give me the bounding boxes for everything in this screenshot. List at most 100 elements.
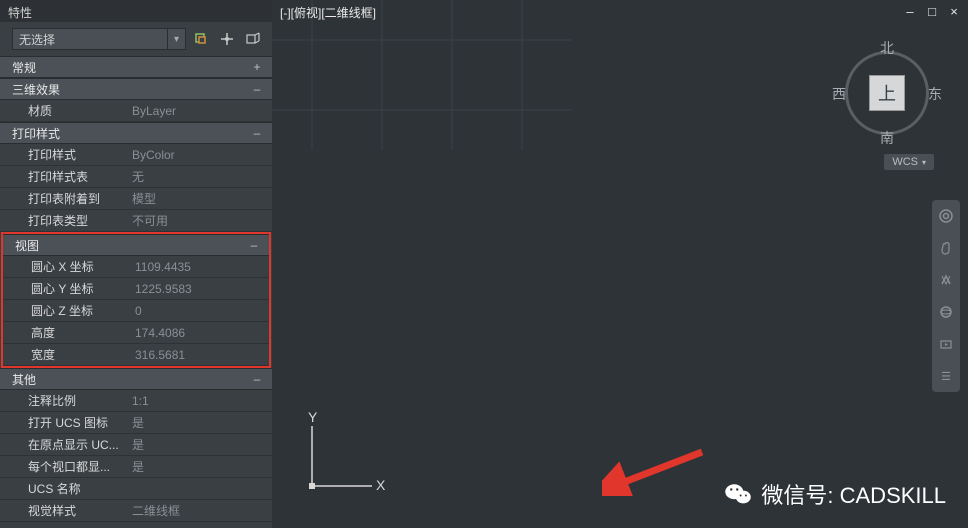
section-3dfx[interactable]: 三维效果 –	[0, 78, 272, 100]
annotation-arrow-icon	[602, 446, 712, 496]
quick-select-icon[interactable]	[216, 28, 238, 50]
viewcube-south[interactable]: 南	[880, 128, 894, 148]
close-icon[interactable]: ×	[946, 4, 962, 19]
prop-row[interactable]: 打印样式表无	[0, 166, 272, 188]
viewcube[interactable]: 上 北 南 西 东	[832, 38, 942, 148]
prop-val: 是	[130, 436, 272, 453]
selection-row: 无选择 ▾	[0, 22, 272, 56]
prop-key: 在原点显示 UC...	[0, 436, 130, 453]
properties-panel: 特性 无选择 ▾ 常规 + 三维效果 – 材质 ByLayer 打印样式 – 打…	[0, 0, 272, 528]
prop-val: 0	[133, 304, 269, 318]
prop-key: 圆心 Y 坐标	[3, 280, 133, 297]
nav-more-icon[interactable]: ☰	[936, 366, 956, 386]
prop-key: 打印表类型	[0, 212, 130, 229]
prop-val: 1:1	[130, 394, 272, 408]
prop-val: ByColor	[130, 148, 272, 162]
prop-row[interactable]: 在原点显示 UC...是	[0, 434, 272, 456]
prop-row[interactable]: 打开 UCS 图标是	[0, 412, 272, 434]
section-misc[interactable]: 其他 –	[0, 368, 272, 390]
minimize-icon[interactable]: –	[902, 4, 918, 19]
navigation-bar: ☰	[932, 200, 960, 392]
prop-row[interactable]: 打印表类型不可用	[0, 210, 272, 232]
viewport-label[interactable]: [-][俯视][二维线框]	[276, 2, 380, 23]
prop-val: 是	[130, 458, 272, 475]
prop-key: 视觉样式	[0, 502, 130, 519]
prop-row[interactable]: 圆心 Z 坐标0	[3, 300, 269, 322]
prop-row[interactable]: 宽度316.5681	[3, 344, 269, 366]
collapse-icon: –	[250, 126, 264, 140]
prop-val: 1109.4435	[133, 260, 269, 274]
section-general[interactable]: 常规 +	[0, 56, 272, 78]
object-selector-value: 无选择	[19, 31, 55, 48]
wcs-badge[interactable]: WCS ▾	[884, 154, 934, 170]
zoom-icon[interactable]	[936, 270, 956, 290]
prop-key: 打开 UCS 图标	[0, 414, 130, 431]
section-plot[interactable]: 打印样式 –	[0, 122, 272, 144]
ucs-x-label: X	[376, 477, 386, 493]
prop-val: 316.5681	[133, 348, 269, 362]
prop-key: 打印样式	[0, 146, 130, 163]
prop-val: 不可用	[130, 212, 272, 229]
section-label: 视图	[15, 237, 39, 254]
wcs-label: WCS	[892, 156, 918, 168]
prop-val: ByLayer	[130, 104, 272, 118]
prop-key: 宽度	[3, 346, 133, 363]
section-label: 打印样式	[12, 125, 60, 142]
prop-val: 无	[130, 168, 272, 185]
section-label: 三维效果	[12, 81, 60, 98]
prop-key: 注释比例	[0, 392, 130, 409]
prop-val: 是	[130, 414, 272, 431]
prop-key: 每个视口都显...	[0, 458, 130, 475]
panel-title: 特性	[0, 0, 272, 22]
wechat-icon	[723, 479, 753, 509]
prop-row[interactable]: 圆心 Y 坐标1225.9583	[3, 278, 269, 300]
prop-key: 打印样式表	[0, 168, 130, 185]
prop-key: 圆心 Z 坐标	[3, 302, 133, 319]
section-view[interactable]: 视图 –	[3, 234, 269, 256]
collapse-icon: –	[247, 238, 261, 252]
prop-row[interactable]: 注释比例1:1	[0, 390, 272, 412]
viewcube-north[interactable]: 北	[880, 38, 894, 58]
pan-icon[interactable]	[936, 238, 956, 258]
prop-row[interactable]: 打印表附着到模型	[0, 188, 272, 210]
full-nav-wheel-icon[interactable]	[936, 206, 956, 226]
prop-row[interactable]: 每个视口都显...是	[0, 456, 272, 478]
prop-val: 1225.9583	[133, 282, 269, 296]
prop-row[interactable]: 高度174.4086	[3, 322, 269, 344]
prop-row[interactable]: 圆心 X 坐标1109.4435	[3, 256, 269, 278]
drawing-canvas[interactable]: [-][俯视][二维线框] – □ × 上 北 南 西 东 WCS ▾ ☰ Y …	[272, 0, 968, 528]
viewcube-east[interactable]: 东	[928, 84, 942, 104]
object-selector[interactable]: 无选择 ▾	[12, 28, 186, 50]
prop-key: UCS 名称	[0, 480, 130, 497]
ucs-icon[interactable]: Y X	[296, 412, 386, 502]
prop-val: 模型	[130, 190, 272, 207]
showmotion-icon[interactable]	[936, 334, 956, 354]
object-isolate-icon[interactable]	[242, 28, 264, 50]
chevron-down-icon: ▾	[922, 158, 926, 167]
watermark: 微信号: CADSKILL	[723, 478, 946, 510]
viewcube-west[interactable]: 西	[832, 84, 846, 104]
expand-icon: +	[250, 60, 264, 74]
prop-key: 打印表附着到	[0, 190, 130, 207]
maximize-icon[interactable]: □	[924, 4, 940, 19]
viewport-window-controls: – □ ×	[902, 4, 962, 19]
collapse-icon: –	[250, 372, 264, 386]
prop-row[interactable]: 视觉样式二维线框	[0, 500, 272, 522]
ucs-y-label: Y	[308, 412, 318, 425]
prop-val: 174.4086	[133, 326, 269, 340]
section-label: 常规	[12, 59, 36, 76]
watermark-text: 微信号: CADSKILL	[761, 478, 946, 510]
toggle-pim-icon[interactable]	[190, 28, 212, 50]
chevron-down-icon: ▾	[167, 29, 185, 49]
collapse-icon: –	[250, 82, 264, 96]
prop-row[interactable]: 打印样式ByColor	[0, 144, 272, 166]
prop-key: 高度	[3, 324, 133, 341]
prop-key: 材质	[0, 102, 130, 119]
prop-row[interactable]: 材质 ByLayer	[0, 100, 272, 122]
prop-row[interactable]: UCS 名称	[0, 478, 272, 500]
prop-key: 圆心 X 坐标	[3, 258, 133, 275]
prop-val: 二维线框	[130, 502, 272, 519]
viewcube-face-top[interactable]: 上	[869, 75, 905, 111]
orbit-icon[interactable]	[936, 302, 956, 322]
section-label: 其他	[12, 371, 36, 388]
